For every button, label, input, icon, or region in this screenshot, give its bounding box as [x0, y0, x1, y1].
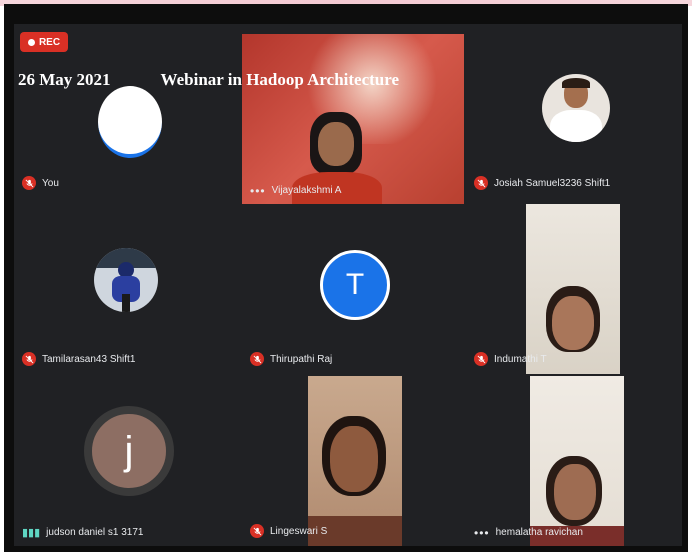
record-dot-icon: [27, 38, 35, 46]
mic-off-icon: [22, 352, 36, 366]
participant-avatar: [542, 74, 610, 142]
initial-avatar: T: [320, 250, 390, 320]
mic-off-icon: [250, 352, 264, 366]
participant-label: Josiah Samuel3236 Shift1: [474, 176, 610, 190]
participant-video: [526, 204, 620, 374]
participant-tile-tamilarasan[interactable]: Tamilarasan43 Shift1: [14, 204, 236, 374]
participant-label: Indumathi T: [474, 352, 547, 366]
participant-name: Lingeswari S: [270, 525, 328, 537]
participant-label: ••• Vijayalakshmi A: [250, 183, 342, 198]
mic-off-icon: [22, 176, 36, 190]
participant-tile-vijayalakshmi[interactable]: ••• Vijayalakshmi A: [242, 34, 464, 204]
self-video-avatar: [98, 86, 162, 158]
participant-tile-hemalatha[interactable]: ••• hemalatha ravichan: [466, 376, 682, 546]
participant-tile-indumathi[interactable]: Indumathi T: [466, 204, 682, 374]
banner-title: Webinar in Hadoop Architecture: [160, 70, 400, 89]
participant-tile-josiah[interactable]: Josiah Samuel3236 Shift1: [466, 24, 682, 198]
participant-name: Vijayalakshmi A: [271, 185, 342, 196]
participant-name: judson daniel s1 3171: [46, 527, 144, 538]
participant-avatar: [94, 248, 158, 312]
participant-video: [308, 376, 402, 546]
mic-off-icon: [474, 176, 488, 190]
speaking-dots-icon: •••: [474, 525, 490, 540]
audio-level-icon: ▮▮▮: [22, 526, 41, 539]
participant-label: You: [22, 176, 59, 190]
participant-video: [530, 376, 624, 546]
recording-badge: REC: [20, 32, 68, 52]
mic-off-icon: [250, 524, 264, 538]
screenshot-frame: REC 26 May 2021 Webinar in Hadoop Archite…: [4, 4, 688, 552]
participant-name: Thirupathi Raj: [270, 353, 333, 365]
participant-name: You: [42, 177, 59, 189]
participant-tile-judson[interactable]: j ▮▮▮ judson daniel s1 3171: [14, 376, 236, 546]
participant-name: Indumathi T: [494, 353, 547, 365]
participant-label: ••• hemalatha ravichan: [474, 525, 583, 540]
participant-label: Thirupathi Raj: [250, 352, 332, 366]
participant-label: Tamilarasan43 Shift1: [22, 352, 135, 366]
banner-date: 26 May 2021: [18, 70, 111, 89]
participant-tile-lingeswari[interactable]: Lingeswari S: [242, 376, 464, 546]
participant-name: Tamilarasan43 Shift1: [42, 353, 136, 365]
participant-label: Lingeswari S: [250, 524, 327, 538]
participant-name: hemalatha ravichan: [495, 527, 583, 538]
participant-label: ▮▮▮ judson daniel s1 3171: [22, 527, 143, 538]
speaking-dots-icon: •••: [250, 183, 266, 198]
mic-off-icon: [474, 352, 488, 366]
initial-avatar: j: [84, 406, 174, 496]
webinar-banner: 26 May 2021 Webinar in Hadoop Architectur…: [18, 70, 399, 90]
face: [318, 122, 354, 166]
recording-label: REC: [38, 36, 61, 48]
participant-tile-thirupathi[interactable]: T Thirupathi Raj: [242, 204, 464, 374]
meeting-grid: REC 26 May 2021 Webinar in Hadoop Archite…: [14, 24, 682, 546]
participant-name: Josiah Samuel3236 Shift1: [494, 177, 611, 189]
